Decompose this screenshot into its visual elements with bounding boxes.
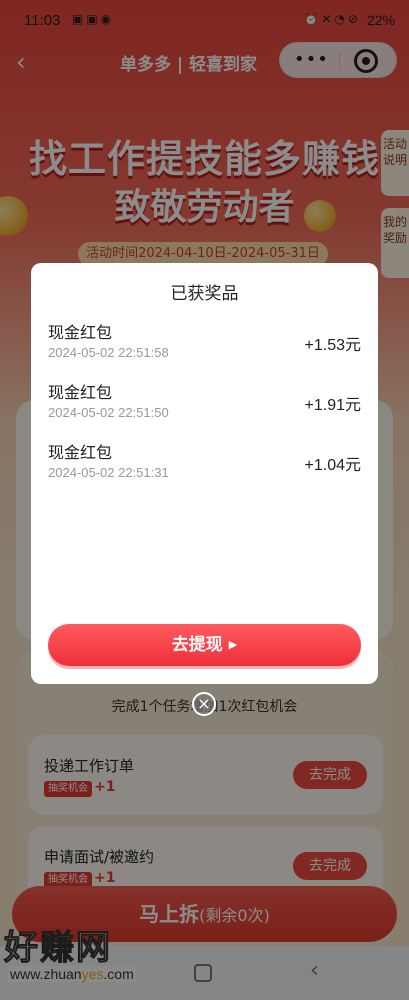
prize-row: 现金红包 2024-05-02 22:51:58 +1.53元 [48, 319, 361, 369]
prize-name: 现金红包 [48, 443, 113, 462]
prize-name: 现金红包 [48, 323, 113, 342]
prize-time: 2024-05-02 22:51:50 [48, 405, 169, 420]
play-arrow-icon: ▶ [228, 638, 238, 651]
prize-amount: +1.04元 [304, 457, 362, 474]
prize-time: 2024-05-02 22:51:31 [48, 465, 169, 480]
withdraw-button[interactable]: 去提现 ▶ [48, 624, 361, 666]
prize-amount: +1.53元 [304, 337, 362, 354]
close-circle-icon[interactable]: × [192, 692, 216, 716]
prize-name: 现金红包 [48, 383, 113, 402]
modal-title: 已获奖品 [170, 284, 239, 304]
prizes-modal: 已获奖品 现金红包 2024-05-02 22:51:58 +1.53元 现金红… [31, 263, 378, 684]
withdraw-label: 去提现 [171, 635, 223, 655]
prize-row: 现金红包 2024-05-02 22:51:31 +1.04元 [48, 439, 361, 489]
prize-amount: +1.91元 [304, 397, 362, 414]
prize-time: 2024-05-02 22:51:58 [48, 345, 169, 360]
prize-row: 现金红包 2024-05-02 22:51:50 +1.91元 [48, 379, 361, 429]
